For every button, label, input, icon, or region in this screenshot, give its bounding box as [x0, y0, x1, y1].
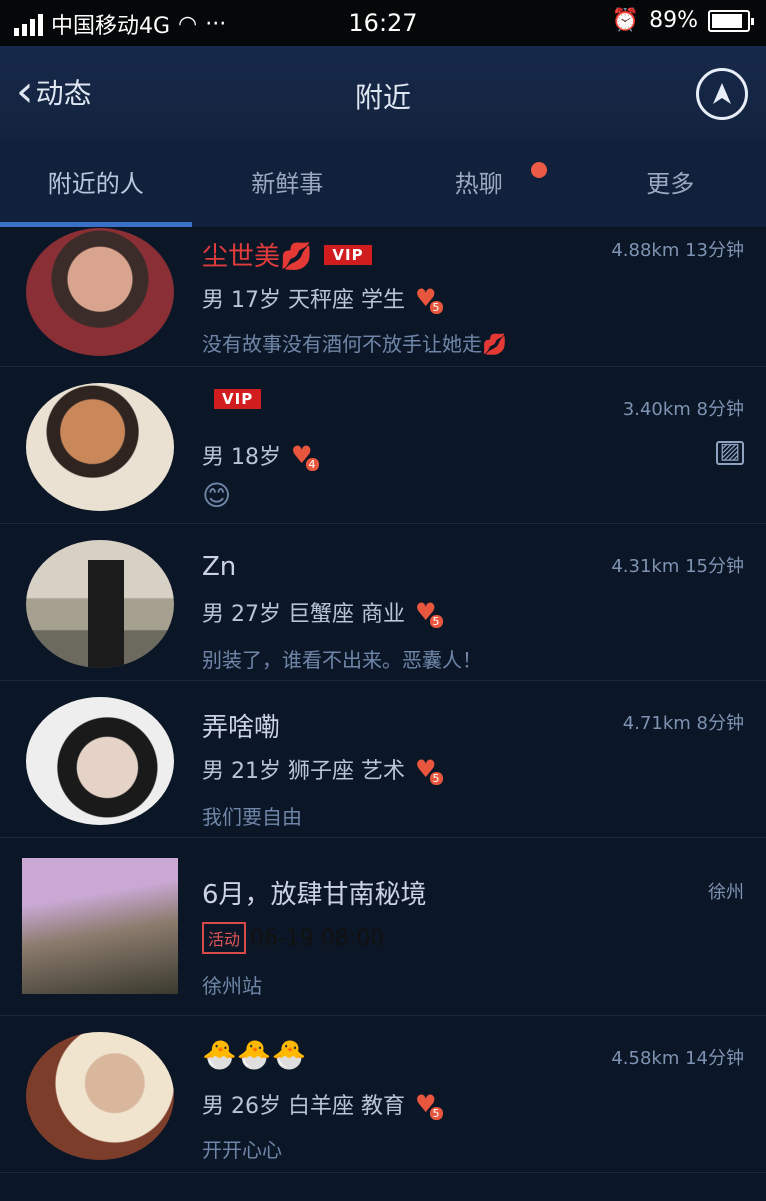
heart-level-icon: ♥ 5 — [415, 284, 443, 314]
event-item[interactable]: 6月，放肆甘南秘境 徐州 活动 06-19 08:00 徐州站 — [0, 838, 766, 1016]
list-item[interactable]: 弄啥嘞 4.71km 8分钟 男 21岁 狮子座 艺术 ♥ 5 我们要自由 — [0, 681, 766, 838]
tab-label: 附近的人 — [47, 170, 144, 198]
last-active: 15分钟 — [685, 556, 744, 577]
alarm-icon: ⏰ — [611, 8, 640, 33]
level-number: 5 — [429, 1107, 443, 1120]
event-datetime: 06-19 08:00 — [250, 925, 385, 951]
user-name: 尘世美💋 — [202, 242, 313, 272]
level-number: 5 — [429, 772, 443, 785]
distance-time: 4.88km 13分钟 — [611, 236, 744, 262]
battery-percent: 89% — [649, 8, 698, 33]
signature: 开开心心 — [202, 1138, 282, 1162]
heart-level-icon: ♥ 5 — [415, 598, 443, 628]
vip-badge: VIP — [214, 389, 262, 409]
list-item[interactable]: VIP 3.40km 8分钟 男 18岁 ♥ 4 ▨ 😊 — [0, 367, 766, 524]
last-active: 8分钟 — [696, 399, 744, 420]
distance: 4.31km — [611, 556, 680, 577]
distance: 4.58km — [611, 1048, 680, 1069]
last-active: 14分钟 — [685, 1048, 744, 1069]
last-active: 8分钟 — [696, 713, 744, 734]
last-active: 13分钟 — [685, 240, 744, 261]
signature: 别装了，谁看不出来。恶囊人！ — [202, 648, 482, 672]
user-info: 男 26岁 白羊座 教育 ♥ 5 — [202, 1088, 443, 1120]
user-profile-text: 男 27岁 巨蟹座 商业 — [202, 602, 405, 627]
event-city: 徐州 — [708, 882, 744, 903]
event-station: 徐州站 — [202, 974, 262, 998]
level-number: 5 — [429, 301, 443, 314]
level-number: 5 — [429, 615, 443, 628]
tab-hot-chat[interactable]: 热聊 — [383, 140, 575, 227]
user-name: 🐣🐣🐣 — [202, 1038, 307, 1071]
user-name: 弄啥嘞 — [202, 713, 281, 743]
level-number: 4 — [305, 458, 319, 471]
navigation-icon[interactable] — [696, 68, 748, 120]
tab-label: 新鲜事 — [251, 170, 324, 198]
event-title: 6月，放肆甘南秘境 — [202, 880, 427, 910]
event-time-row: 活动 06-19 08:00 — [202, 922, 384, 954]
list-item[interactable]: Zn 4.31km 15分钟 男 27岁 巨蟹座 商业 ♥ 5 别装了，谁看不出来… — [0, 524, 766, 681]
people-list: 尘世美💋 VIP 4.88km 13分钟 男 17岁 天秤座 学生 ♥ 5 没有故… — [0, 228, 766, 1173]
user-info: 男 17岁 天秤座 学生 ♥ 5 — [202, 282, 443, 314]
vip-badge: VIP — [324, 244, 372, 265]
user-profile-text: 男 21岁 狮子座 艺术 — [202, 759, 405, 784]
user-info: 男 18岁 ♥ 4 — [202, 439, 319, 471]
tab-nearby-people[interactable]: 附近的人 — [0, 140, 192, 227]
list-item[interactable]: 🐣🐣🐣 4.58km 14分钟 男 26岁 白羊座 教育 ♥ 5 开开心心 — [0, 1016, 766, 1173]
distance-time: 4.31km 15分钟 — [611, 552, 744, 578]
activity-tag: 活动 — [202, 922, 247, 954]
avatar[interactable] — [26, 697, 174, 825]
tab-bar: 附近的人 新鲜事 热聊 更多 — [0, 140, 766, 228]
distance: 4.88km — [611, 240, 680, 261]
distance: 3.40km — [622, 399, 691, 420]
photo-icon: ▨ — [716, 441, 744, 465]
tab-label: 更多 — [646, 170, 695, 198]
distance: 4.71km — [622, 713, 691, 734]
signature: 😊 — [202, 479, 232, 512]
signature: 我们要自由 — [202, 805, 302, 829]
user-name: Zn — [202, 552, 237, 582]
distance-time: 4.58km 14分钟 — [611, 1044, 744, 1070]
user-info: 男 27岁 巨蟹座 商业 ♥ 5 — [202, 596, 443, 628]
user-profile-text: 男 26岁 白羊座 教育 — [202, 1094, 405, 1119]
distance-time: 3.40km 8分钟 — [623, 395, 744, 421]
battery-icon — [708, 9, 754, 32]
heart-level-icon: ♥ 5 — [415, 1090, 443, 1120]
user-profile-text: 男 17岁 天秤座 学生 — [202, 288, 405, 313]
avatar[interactable] — [26, 540, 174, 668]
user-info: 男 21岁 狮子座 艺术 ♥ 5 — [202, 753, 443, 785]
distance-time: 4.71km 8分钟 — [623, 709, 744, 735]
nav-bar: ‹ 动态 附近 — [0, 46, 766, 140]
tab-more[interactable]: 更多 — [575, 140, 766, 227]
notification-dot — [531, 162, 547, 178]
signature: 没有故事没有酒何不放手让她走💋 — [202, 332, 507, 356]
tab-label: 热聊 — [454, 170, 503, 198]
avatar[interactable] — [26, 228, 174, 356]
heart-level-icon: ♥ 5 — [415, 755, 443, 785]
heart-level-icon: ♥ 4 — [291, 441, 319, 471]
status-bar: 中国移动4G ◠ ··· 16:27 ⏰ 89% — [0, 0, 766, 46]
avatar[interactable] — [26, 1032, 174, 1160]
tab-fresh[interactable]: 新鲜事 — [192, 140, 384, 227]
page-title: 附近 — [354, 81, 411, 114]
list-item[interactable]: 尘世美💋 VIP 4.88km 13分钟 男 17岁 天秤座 学生 ♥ 5 没有故… — [0, 228, 766, 367]
event-image[interactable] — [22, 858, 178, 994]
avatar[interactable] — [26, 383, 174, 511]
user-profile-text: 男 18岁 — [202, 445, 281, 470]
